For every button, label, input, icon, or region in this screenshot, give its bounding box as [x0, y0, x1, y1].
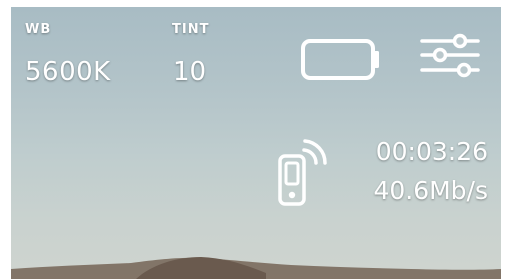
mobile-streaming-icon	[268, 136, 332, 216]
settings-sliders-icon[interactable]	[410, 30, 484, 90]
bitrate: 40.6Mb/s	[373, 176, 488, 205]
white-balance-label: WB	[25, 22, 52, 37]
tint-value[interactable]: 10	[173, 57, 206, 87]
camera-screen: WB 5600K TINT 10 00:03:26 40.6Mb/s	[0, 0, 507, 279]
timecode: 00:03:26	[375, 137, 488, 166]
tint-label: TINT	[172, 22, 210, 37]
battery-icon	[289, 31, 381, 87]
white-balance-value[interactable]: 5600K	[25, 57, 111, 87]
